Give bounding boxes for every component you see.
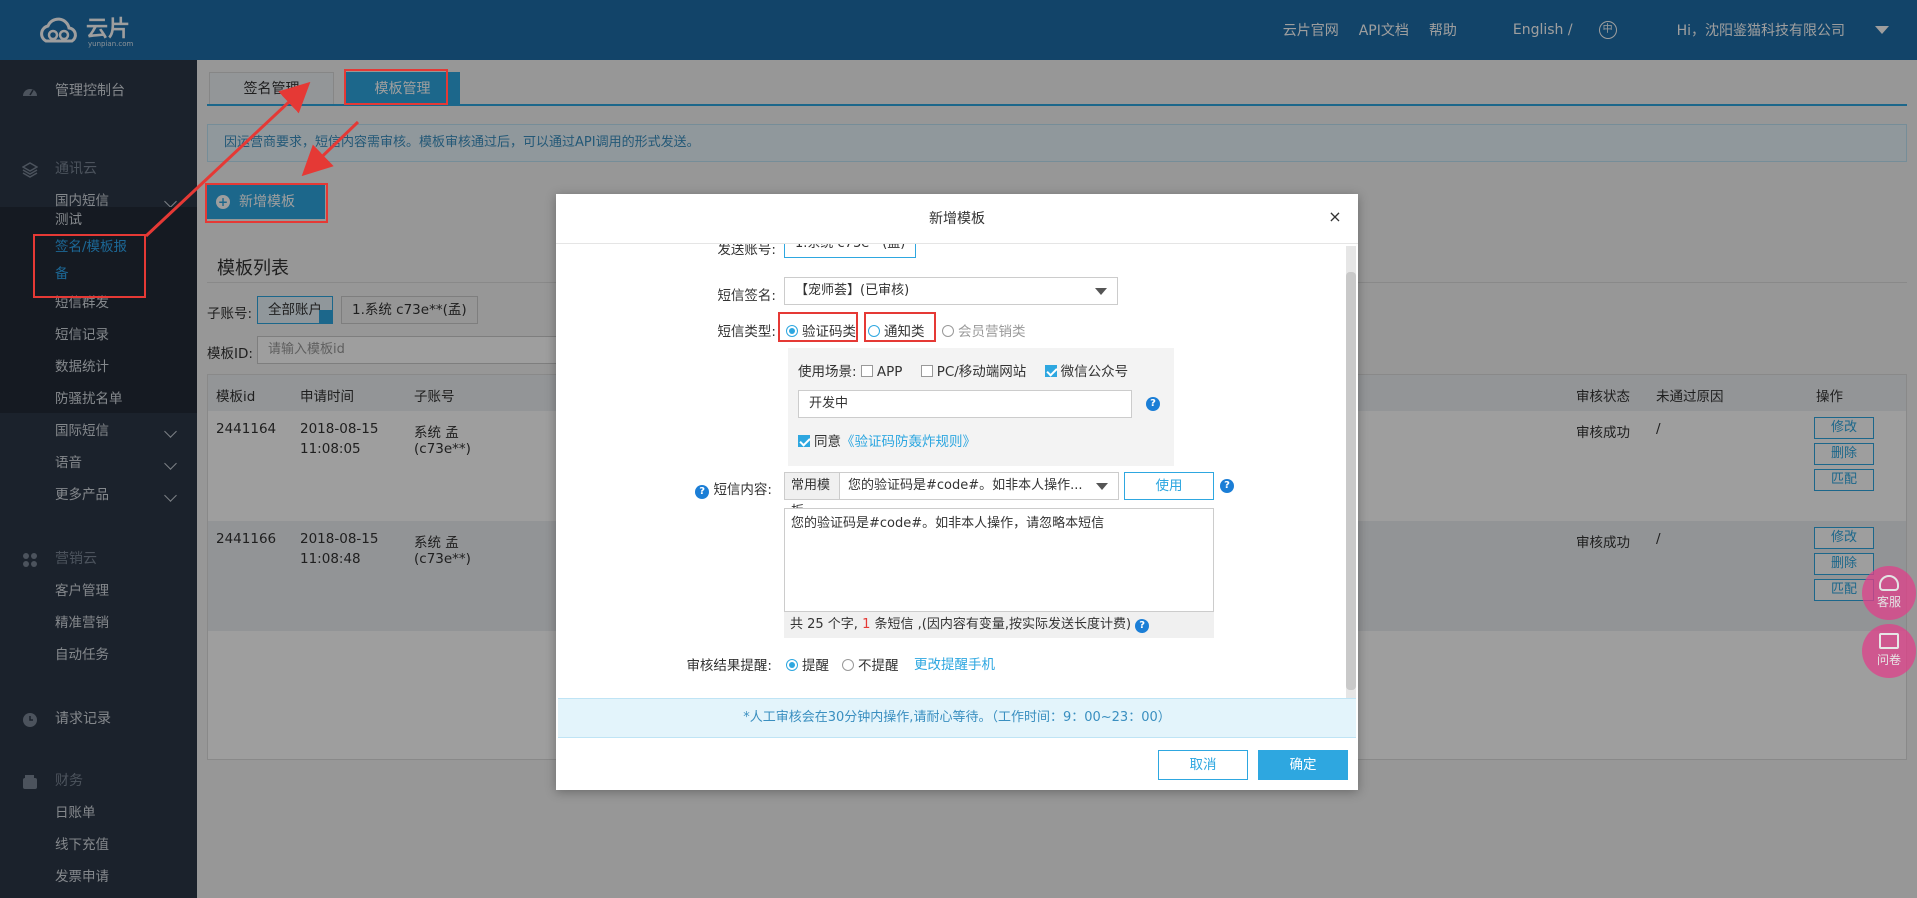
- annotation-arrow: [144, 81, 311, 238]
- annotation-arrows: [144, 81, 360, 238]
- annotation-arrow: [301, 120, 360, 177]
